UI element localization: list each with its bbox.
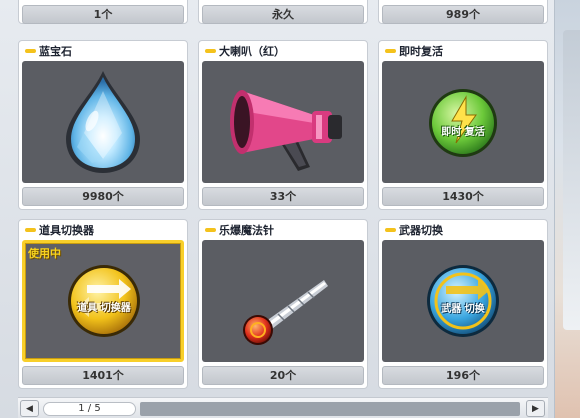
item-name: 乐爆魔法针 (219, 224, 274, 237)
item-count: 20个 (202, 366, 364, 385)
page-indicator[interactable]: 1 / 5 (43, 402, 136, 416)
item-count: 989个 (382, 5, 544, 24)
item-title: 即时复活 (385, 43, 443, 59)
item-title: 武器切换 (385, 222, 443, 238)
title-marker (205, 49, 216, 53)
item-image (22, 61, 184, 183)
item-count: 9980个 (22, 187, 184, 206)
item-title: 道具切换器 (25, 222, 94, 238)
item-count: 196个 (382, 366, 544, 385)
badge-text: 道具 切换器 (77, 303, 131, 314)
side-decoration-inner (563, 30, 580, 330)
item-image (202, 61, 364, 183)
item-count: 永久 (202, 5, 364, 24)
badge-text: 即时 复活 (441, 127, 485, 138)
item-count: 33个 (202, 187, 364, 206)
side-decoration (554, 0, 580, 418)
item-title: 乐爆魔法针 (205, 222, 274, 238)
item-name: 蓝宝石 (39, 45, 72, 58)
title-marker (385, 49, 396, 53)
magic-needle-icon (243, 280, 328, 345)
chevron-left-icon: ◀ (26, 403, 33, 414)
item-card-sapphire[interactable]: 蓝宝石 9980个 (18, 40, 188, 210)
title-marker (25, 49, 36, 53)
item-card[interactable]: 永久 (198, 0, 368, 24)
title-marker (25, 228, 36, 232)
item-name: 大喇叭（红） (219, 45, 285, 58)
item-card-red-megaphone[interactable]: 大喇叭（红） 33个 (198, 40, 368, 210)
inventory-panel: 1个 永久 989个 蓝宝石 9980个 大喇叭（红） 33个 即时复活 即时 … (0, 0, 554, 418)
item-card-magic-needle[interactable]: 乐爆魔法针 20个 (198, 219, 368, 389)
title-marker (205, 228, 216, 232)
chevron-right-icon: ▶ (532, 403, 539, 414)
item-name: 道具切换器 (39, 224, 94, 237)
item-image-selected: 使用中 道具 切换器 (22, 240, 184, 362)
item-count: 1430个 (382, 187, 544, 206)
item-card[interactable]: 1个 (18, 0, 188, 24)
prev-page-button[interactable]: ◀ (20, 400, 39, 417)
item-image: 即时 复活 (382, 61, 544, 183)
item-title: 蓝宝石 (25, 43, 72, 59)
scroll-track[interactable] (140, 402, 520, 416)
red-megaphone-icon (230, 90, 342, 171)
item-card-instant-revive[interactable]: 即时复活 即时 复活 1430个 (378, 40, 548, 210)
item-name: 武器切换 (399, 224, 443, 237)
badge-text: 武器 切换 (441, 304, 485, 315)
item-image (202, 240, 364, 362)
item-card-item-switcher[interactable]: 道具切换器 使用中 道具 切换器 1401个 (18, 219, 188, 389)
next-page-button[interactable]: ▶ (526, 400, 545, 417)
item-card-weapon-switch[interactable]: 武器切换 武器 切换 196个 (378, 219, 548, 389)
sapphire-drop-icon (66, 71, 140, 173)
item-card[interactable]: 989个 (378, 0, 548, 24)
instant-revive-badge-icon (429, 89, 497, 157)
item-image: 武器 切换 (382, 240, 544, 362)
pager: ◀ 1 / 5 ▶ (18, 397, 548, 418)
page-number: 1 / 5 (78, 403, 101, 414)
title-marker (385, 228, 396, 232)
item-title: 大喇叭（红） (205, 43, 285, 59)
item-count: 1个 (22, 5, 184, 24)
item-count: 1401个 (22, 366, 184, 385)
item-name: 即时复活 (399, 45, 443, 58)
